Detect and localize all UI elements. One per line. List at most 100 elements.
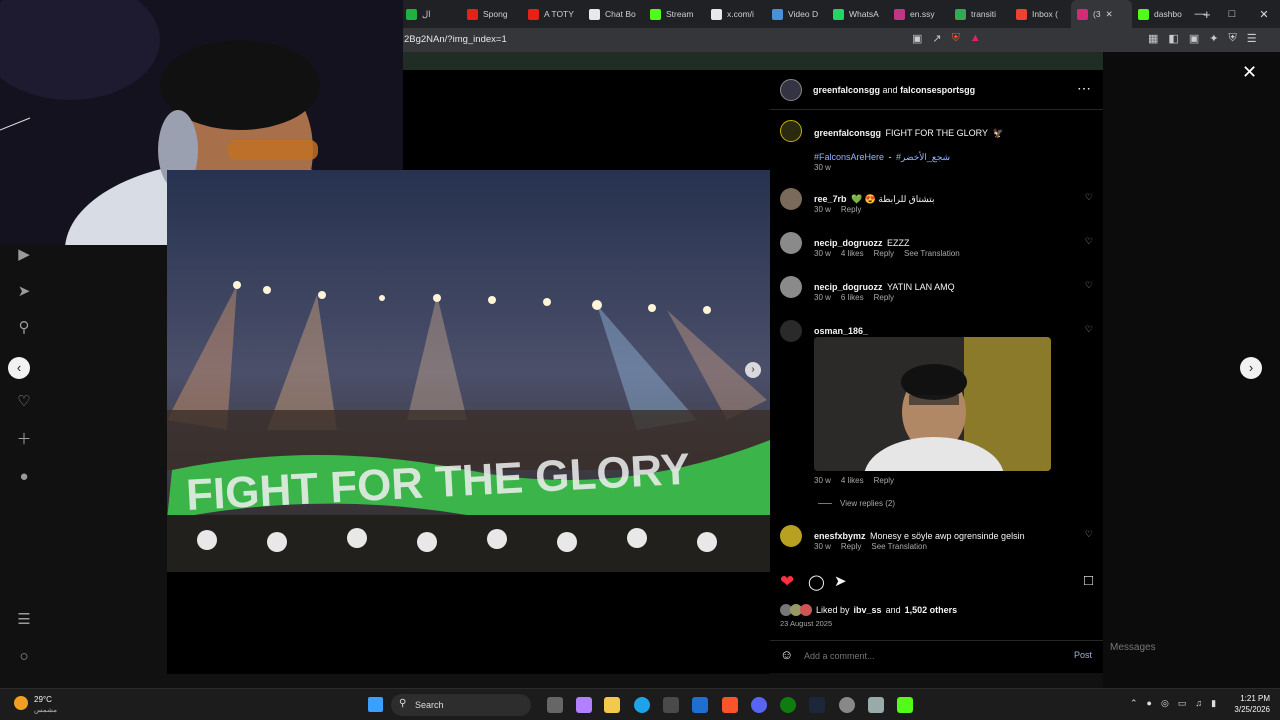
browser-tab[interactable]: en.ssy bbox=[888, 0, 949, 28]
more-options-icon[interactable]: ⋯ bbox=[1077, 80, 1091, 97]
caption-avatar[interactable] bbox=[780, 120, 802, 142]
liked-by-others[interactable]: 1,502 others bbox=[905, 605, 958, 615]
profile-icon[interactable]: ● bbox=[14, 467, 34, 487]
wallet-icon[interactable]: ▣ bbox=[1189, 32, 1199, 45]
messages-label[interactable]: Messages bbox=[1110, 642, 1156, 653]
comment-like-icon[interactable]: ♡ bbox=[1085, 324, 1093, 335]
tray-app-icon[interactable]: ● bbox=[1147, 698, 1152, 709]
browser-tab[interactable]: transiti bbox=[949, 0, 1010, 28]
more-menu-icon[interactable]: ☰ bbox=[14, 610, 34, 630]
view-replies-button[interactable]: View replies (2) bbox=[818, 499, 895, 508]
tray-chevron-icon[interactable]: ⌃ bbox=[1130, 698, 1138, 709]
threads-icon[interactable]: ○ bbox=[14, 647, 34, 667]
messages-icon[interactable]: ➤ bbox=[14, 282, 34, 302]
battery-icon[interactable]: ▮ bbox=[1211, 698, 1216, 709]
kick-icon[interactable] bbox=[897, 697, 913, 713]
comment-reply-button[interactable]: Reply bbox=[874, 476, 894, 485]
brave-shield-icon[interactable]: ⛨ bbox=[952, 32, 960, 45]
comment-likes[interactable]: 6 likes bbox=[841, 293, 864, 302]
extensions-icon[interactable]: ▦ bbox=[1148, 32, 1158, 45]
display-icon[interactable]: ▭ bbox=[1178, 698, 1187, 709]
header-user1[interactable]: greenfalconsgg bbox=[813, 85, 880, 95]
caption-user[interactable]: greenfalconsgg bbox=[814, 128, 881, 138]
comment-avatar[interactable] bbox=[780, 276, 802, 298]
like-heart-icon[interactable]: ❤ bbox=[780, 572, 794, 592]
notifications-heart-icon[interactable]: ♡ bbox=[14, 392, 34, 412]
minimize-icon[interactable]: — bbox=[1184, 0, 1216, 28]
comment-avatar[interactable] bbox=[780, 188, 802, 210]
sidebar-icon[interactable]: ◧ bbox=[1168, 32, 1178, 45]
comment-reply-button[interactable]: Reply bbox=[841, 542, 861, 551]
add-comment-input[interactable] bbox=[804, 649, 1044, 662]
next-post-icon[interactable]: › bbox=[1240, 357, 1262, 379]
comment-user[interactable]: necip_dogruozz bbox=[814, 238, 883, 248]
comment-avatar[interactable] bbox=[780, 320, 802, 342]
comment-likes[interactable]: 4 likes bbox=[841, 476, 864, 485]
volume-icon[interactable]: ♫ bbox=[1195, 698, 1202, 709]
file-explorer-icon[interactable] bbox=[604, 697, 620, 713]
browser-tab[interactable]: Stream bbox=[644, 0, 705, 28]
hashtag-arabic[interactable]: #شجع_الأخضر bbox=[896, 152, 950, 162]
xbox-icon[interactable] bbox=[780, 697, 796, 713]
comment-avatar[interactable] bbox=[780, 232, 802, 254]
clock[interactable]: 1:21 PM 3/25/2026 bbox=[1226, 694, 1270, 714]
comment-like-icon[interactable]: ♡ bbox=[1085, 192, 1093, 203]
comment-gif[interactable] bbox=[814, 337, 1051, 471]
carousel-next-icon[interactable]: › bbox=[745, 362, 761, 378]
browser-tab[interactable]: Inbox ( bbox=[1010, 0, 1071, 28]
comment-like-icon[interactable]: ♡ bbox=[1085, 236, 1093, 247]
close-modal-icon[interactable]: ✕ bbox=[1242, 62, 1257, 83]
share-icon[interactable]: ↗ bbox=[932, 32, 941, 45]
outlook-icon[interactable] bbox=[692, 697, 708, 713]
tab-close-icon[interactable]: ✕ bbox=[1106, 9, 1113, 20]
comment-user[interactable]: enesfxbymz bbox=[814, 531, 866, 541]
maximize-icon[interactable]: □ bbox=[1216, 0, 1248, 28]
browser-tab[interactable]: Chat Bo bbox=[583, 0, 644, 28]
close-window-icon[interactable]: ✕ bbox=[1248, 0, 1280, 28]
task-view-icon[interactable] bbox=[547, 697, 563, 713]
steam-icon[interactable] bbox=[809, 697, 825, 713]
taskbar-search[interactable]: ⚲ Search bbox=[391, 694, 531, 716]
emoji-icon[interactable]: ☺ bbox=[780, 647, 793, 662]
browser-tab[interactable]: WhatsA bbox=[827, 0, 888, 28]
copilot-icon[interactable] bbox=[576, 697, 592, 713]
comment-reply-button[interactable]: Reply bbox=[874, 249, 894, 258]
store-icon[interactable] bbox=[663, 697, 679, 713]
comment-user[interactable]: osman_186_ bbox=[814, 326, 868, 336]
share-post-icon[interactable]: ➤ bbox=[834, 572, 847, 590]
header-user2[interactable]: falconsesportsgg bbox=[900, 85, 975, 95]
post-photo[interactable]: FIGHT FOR THE GLORY bbox=[167, 170, 770, 572]
browser-tab[interactable]: A TOTY bbox=[522, 0, 583, 28]
save-bookmark-icon[interactable]: □ bbox=[1084, 572, 1093, 589]
brave-icon[interactable] bbox=[722, 697, 738, 713]
comment-likes[interactable]: 4 likes bbox=[841, 249, 864, 258]
screen-icon[interactable]: ▣ bbox=[912, 32, 922, 45]
browser-tab[interactable]: (3 ✕ bbox=[1071, 0, 1132, 28]
collab-avatar[interactable] bbox=[780, 79, 802, 101]
browser-tab[interactable]: Video D bbox=[766, 0, 827, 28]
post-comment-button[interactable]: Post bbox=[1074, 650, 1092, 660]
browser-tab[interactable]: ال bbox=[400, 0, 461, 28]
settings-icon[interactable] bbox=[868, 697, 884, 713]
obs-icon[interactable] bbox=[839, 697, 855, 713]
comment-reply-button[interactable]: Reply bbox=[874, 293, 894, 302]
create-icon[interactable]: ＋ bbox=[14, 430, 34, 450]
url-text[interactable]: 2Bg2NAn/?img_index=1 bbox=[404, 34, 507, 45]
comment-avatar[interactable] bbox=[780, 525, 802, 547]
mic-icon[interactable]: ◎ bbox=[1161, 698, 1169, 709]
hashtag-falcons[interactable]: #FalconsAreHere bbox=[814, 152, 884, 162]
liked-by-user[interactable]: ibv_ss bbox=[854, 605, 882, 615]
comment-reply-button[interactable]: Reply bbox=[841, 205, 861, 214]
start-button-icon[interactable] bbox=[368, 697, 383, 712]
browser-tab[interactable]: Spong bbox=[461, 0, 522, 28]
prev-post-icon[interactable]: ‹ bbox=[8, 357, 30, 379]
brave-rewards-icon[interactable]: ▲ bbox=[970, 32, 981, 45]
vpn-icon[interactable]: ⛨ bbox=[1228, 32, 1236, 45]
comment-icon[interactable]: ◯ bbox=[808, 573, 825, 591]
comment-user[interactable]: necip_dogruozz bbox=[814, 282, 883, 292]
search-icon[interactable]: ⚲ bbox=[14, 318, 34, 338]
discord-icon[interactable] bbox=[751, 697, 767, 713]
see-translation-button[interactable]: See Translation bbox=[871, 542, 927, 551]
comment-user[interactable]: ree_7rb bbox=[814, 194, 847, 204]
leo-icon[interactable]: ✦ bbox=[1209, 32, 1218, 45]
